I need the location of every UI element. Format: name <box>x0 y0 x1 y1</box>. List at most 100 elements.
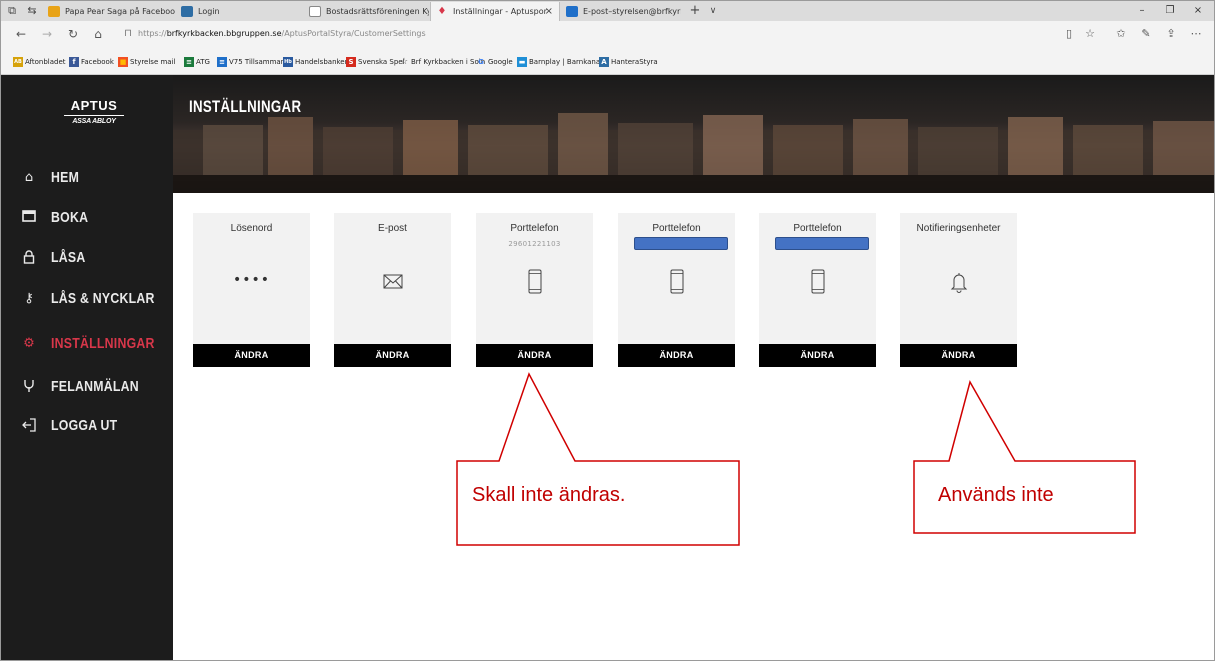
tab-login[interactable]: Login <box>176 2 286 21</box>
change-door-phone-button[interactable]: ÄNDRA <box>476 344 593 367</box>
sidebar-item-installningar[interactable]: ⚙ INSTÄLLNINGAR <box>1 324 173 364</box>
change-email-button[interactable]: ÄNDRA <box>334 344 451 367</box>
handelsbanken-icon: Hb <box>283 57 293 67</box>
change-door-phone-button[interactable]: ÄNDRA <box>759 344 876 367</box>
tab-label: E-post–styrelsen@brfkyrkba <box>583 7 681 16</box>
gear-icon: ⚙ <box>23 336 35 351</box>
bookmark-aftonbladet[interactable]: AB Aftonbladet <box>13 56 66 68</box>
bookmark-handelsbanken[interactable]: Hb Handelsbanken <box>283 56 349 68</box>
logo-assa-abloy: ASSA ABLOY <box>64 115 124 127</box>
sidebar-item-boka[interactable]: BOKA <box>1 198 173 238</box>
tab-favicon-icon <box>566 6 578 17</box>
sidebar-item-label: HEM <box>51 169 80 186</box>
bookmark-atg[interactable]: ≡ ATG <box>184 56 210 68</box>
v75-icon: ≡ <box>217 57 227 67</box>
tab-actions-icon[interactable]: ⧉ <box>5 4 19 18</box>
page-banner: INSTÄLLNINGAR <box>173 75 1214 193</box>
atg-icon: ≡ <box>184 57 194 67</box>
sidebar-item-las-nycklar[interactable]: ⚷ LÅS & NYCKLAR <box>1 279 173 319</box>
sidebar-item-label: FELANMÄLAN <box>51 378 139 395</box>
sidebar-item-label: LOGGA UT <box>51 417 118 434</box>
home-browser-icon[interactable]: ⌂ <box>90 26 106 42</box>
envelope-icon <box>383 274 403 289</box>
card-door-phone-3: Porttelefon ÄNDRA <box>759 213 876 367</box>
aptus-logo[interactable]: APTUS ASSA ABLOY <box>64 99 124 127</box>
share-icon[interactable]: ⇪ <box>1163 26 1179 42</box>
wrench-icon <box>21 379 37 395</box>
url-scheme: https:// <box>138 29 167 38</box>
change-notification-devices-button[interactable]: ÄNDRA <box>900 344 1017 367</box>
bookmark-facebook[interactable]: f Facebook <box>69 56 114 68</box>
aptus-icon: A <box>599 57 609 67</box>
home-icon: ⌂ <box>24 170 34 185</box>
bookmark-google[interactable]: G Google <box>476 56 513 68</box>
close-window-icon[interactable]: × <box>1184 1 1212 21</box>
bookmarks-bar: AB Aftonbladet f Facebook ■ Styrelse mai… <box>1 47 1214 75</box>
new-tab-icon[interactable]: + <box>688 4 702 18</box>
card-password: Lösenord •••• ÄNDRA <box>193 213 310 367</box>
address-bar: ← → ↻ ⌂ ⊓ https://brfkyrkbacken.bbgruppe… <box>1 21 1214 47</box>
bookmark-svenska-spel[interactable]: S Svenska Spel <box>346 56 405 68</box>
key-icon: ⚷ <box>24 291 34 306</box>
tab-epost[interactable]: E-post–styrelsen@brfkyrkba <box>561 2 681 21</box>
tab-label: Bostadsrättsföreningen Kyrk <box>326 7 429 16</box>
url-host: brfkyrkbacken.bbgruppen.se <box>166 29 282 38</box>
favorites-hub-icon[interactable]: ✩ <box>1113 26 1129 42</box>
bookmark-v75[interactable]: ≡ V75 Tillsammans <box>217 56 289 68</box>
pen-icon[interactable]: ✎ <box>1138 26 1154 42</box>
svenska-spel-icon: S <box>346 57 356 67</box>
sidebar-item-lasa[interactable]: LÅSA <box>1 238 173 278</box>
google-icon: G <box>478 58 484 66</box>
bookmark-barnplay[interactable]: ▬ Barnplay | Barnkanale <box>517 56 606 68</box>
tab-favicon-icon <box>309 6 321 17</box>
bookmark-label: Aftonbladet <box>25 58 66 66</box>
sidebar-item-label: INSTÄLLNINGAR <box>51 335 155 352</box>
sidebar-item-logga-ut[interactable]: LOGGA UT <box>1 406 173 446</box>
close-tab-icon[interactable]: × <box>545 2 553 21</box>
refresh-icon[interactable]: ↻ <box>65 26 81 42</box>
card-title: Porttelefon <box>510 223 559 234</box>
bookmark-label: Google <box>488 58 513 66</box>
url-path: /AptusPortalStyra/CustomerSettings <box>281 29 426 38</box>
sidebar-item-label: LÅS & NYCKLAR <box>51 290 155 307</box>
forward-icon[interactable]: → <box>39 26 55 42</box>
bookmark-hanterastyra[interactable]: A HanteraStyra <box>599 56 658 68</box>
minimize-icon[interactable]: – <box>1128 1 1156 21</box>
tab-favicon-icon <box>181 6 193 17</box>
bookmark-label: Styrelse mail <box>130 58 176 66</box>
bookmark-styrelse-mail[interactable]: ■ Styrelse mail <box>118 56 175 68</box>
password-dots: •••• <box>232 272 271 288</box>
url-field[interactable]: https://brfkyrkbacken.bbgruppen.se/Aptus… <box>138 26 426 42</box>
page-title: INSTÄLLNINGAR <box>189 97 302 116</box>
tab-papa-pear[interactable]: Papa Pear Saga på Faceboo <box>43 2 175 21</box>
tab-installningar[interactable]: ♦ Inställningar - Aptuspor × <box>430 2 560 21</box>
more-icon[interactable]: ⋯ <box>1188 26 1204 42</box>
redaction-box <box>634 237 728 250</box>
logout-icon <box>21 418 37 434</box>
sidebar-item-felanmalan[interactable]: FELANMÄLAN <box>1 367 173 407</box>
calendar-icon <box>21 210 37 226</box>
star-icon: ☆ <box>399 57 409 67</box>
callout-box-skall-inte-andras <box>456 372 740 546</box>
sidebar-item-label: LÅSA <box>51 249 86 266</box>
bell-icon <box>950 273 968 293</box>
bookmark-brf-kyrkbacken[interactable]: ☆ Brf Kyrkbacken i Soln <box>399 56 485 68</box>
tab-dropdown-icon[interactable]: ∨ <box>706 4 720 18</box>
tab-label: Inställningar - Aptuspor <box>453 7 547 16</box>
callout-text-anvands-inte: Används inte <box>938 484 1054 506</box>
favorite-star-icon[interactable]: ☆ <box>1082 26 1098 42</box>
change-door-phone-button[interactable]: ÄNDRA <box>618 344 735 367</box>
maximize-icon[interactable]: ❐ <box>1156 1 1184 21</box>
change-password-button[interactable]: ÄNDRA <box>193 344 310 367</box>
tab-bostadsratt[interactable]: Bostadsrättsföreningen Kyrk <box>304 2 429 21</box>
card-email: E-post ÄNDRA <box>334 213 451 367</box>
back-icon[interactable]: ← <box>13 26 29 42</box>
tab-favicon-icon: ♦ <box>437 6 447 17</box>
lock-icon[interactable]: ⊓ <box>120 26 136 42</box>
set-aside-tabs-icon[interactable]: ⇆ <box>25 4 39 18</box>
microsoft-icon: ■ <box>118 57 128 67</box>
reading-view-icon[interactable]: ▯ <box>1061 26 1077 42</box>
padlock-icon <box>21 250 37 266</box>
sidebar-item-hem[interactable]: ⌂ HEM <box>1 158 173 198</box>
mobile-phone-icon <box>811 269 825 294</box>
